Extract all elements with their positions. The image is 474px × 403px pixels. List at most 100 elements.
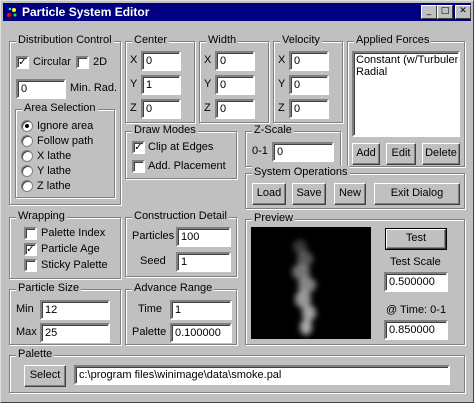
max-size-label: Max <box>16 326 37 338</box>
z-scale-group: Z-Scale 0-1 0 <box>245 124 341 167</box>
particle-app-icon <box>7 7 17 17</box>
test-scale-input[interactable]: 0.500000 <box>384 272 448 292</box>
particles-label: Particles <box>132 230 175 242</box>
center-y-label: Y <box>130 78 138 90</box>
preview-group: Preview Test Test Scale 0.500000 @ Time:… <box>245 212 465 345</box>
width-y-input[interactable]: 0 <box>215 75 255 95</box>
new-button[interactable]: New <box>334 183 366 205</box>
forces-list[interactable]: Constant (w/Turbulence Radial <box>352 51 460 137</box>
velocity-z-input[interactable]: 0 <box>289 99 329 119</box>
list-item[interactable]: Radial <box>356 66 456 78</box>
draw-modes-label: Draw Modes <box>132 124 198 136</box>
min-size-input[interactable]: 12 <box>40 300 110 320</box>
maximize-button[interactable]: □ <box>437 5 453 19</box>
distribution-control-group: Distribution Control ✓ Circular 2D 0 Min… <box>9 34 121 205</box>
advance-range-group: Advance Range Time 1 Palette 0.100000 <box>125 282 237 345</box>
center-z-input[interactable]: 0 <box>141 99 181 119</box>
area-selection-label: Area Selection <box>22 102 98 114</box>
width-z-input[interactable]: 0 <box>215 99 255 119</box>
max-size-input[interactable]: 25 <box>40 323 110 343</box>
width-x-label: X <box>204 54 212 66</box>
center-z-label: Z <box>130 102 137 114</box>
z-scale-label: Z-Scale <box>252 124 294 136</box>
exit-dialog-button[interactable]: Exit Dialog <box>374 183 460 205</box>
option-x-lathe: X lathe <box>37 150 72 162</box>
radio-z-lathe[interactable] <box>21 180 33 192</box>
radio-follow-path[interactable] <box>21 135 33 147</box>
particle-size-label: Particle Size <box>16 282 82 294</box>
palette-index-checkbox[interactable] <box>24 227 37 240</box>
center-label: Center <box>132 34 170 46</box>
edit-force-button[interactable]: Edit <box>386 143 416 165</box>
palette-label: Palette <box>16 348 55 360</box>
2d-checkbox[interactable] <box>76 56 89 69</box>
test-button[interactable]: Test <box>385 228 447 250</box>
radio-x-lathe[interactable] <box>21 150 33 162</box>
applied-forces-group: Applied Forces Constant (w/Turbulence Ra… <box>347 34 465 167</box>
center-x-input[interactable]: 0 <box>141 51 181 71</box>
velocity-y-label: Y <box>278 78 286 90</box>
add-force-button[interactable]: Add <box>352 143 380 165</box>
circular-checkbox[interactable]: ✓ <box>16 56 29 69</box>
clip-at-edges-checkbox[interactable]: ✓ <box>132 141 145 154</box>
radio-y-lathe[interactable] <box>21 165 33 177</box>
smoke-plume-preview <box>292 240 316 335</box>
width-label: Width <box>206 34 239 46</box>
load-button[interactable]: Load <box>252 183 286 205</box>
advance-time-label: Time <box>138 303 163 315</box>
sticky-palette-checkbox[interactable] <box>24 259 37 272</box>
z-scale-input[interactable]: 0 <box>272 142 334 162</box>
center-group: Center X 0 Y 1 Z 0 <box>125 34 195 123</box>
velocity-y-input[interactable]: 0 <box>289 75 329 95</box>
particle-size-group: Particle Size Min 12 Max 25 <box>9 282 121 345</box>
velocity-group: Velocity X 0 Y 0 Z 0 <box>273 34 343 123</box>
seed-label: Seed <box>140 255 166 267</box>
min-rad-label: Min. Rad. <box>70 82 118 94</box>
distribution-control-label: Distribution Control <box>16 34 114 46</box>
min-size-label: Min <box>16 303 34 315</box>
add-placement-checkbox[interactable] <box>132 160 145 173</box>
velocity-x-input[interactable]: 0 <box>289 51 329 71</box>
test-scale-label: Test Scale <box>390 256 441 268</box>
construction-detail-label: Construction Detail <box>132 210 229 222</box>
time-label: @ Time: 0-1 <box>386 304 447 316</box>
palette-index-label: Palette Index <box>41 227 106 239</box>
option-y-lathe: Y lathe <box>37 165 72 177</box>
advance-range-label: Advance Range <box>132 282 215 294</box>
select-palette-button[interactable]: Select <box>24 365 66 387</box>
particle-age-checkbox[interactable]: ✓ <box>24 243 37 256</box>
particle-preview <box>251 227 371 339</box>
seed-input[interactable]: 1 <box>176 252 231 272</box>
2d-label: 2D <box>93 56 108 68</box>
width-x-input[interactable]: 0 <box>215 51 255 71</box>
list-item[interactable]: Constant (w/Turbulence <box>356 54 458 66</box>
minimize-button[interactable]: _ <box>421 5 437 19</box>
z-scale-range-label: 0-1 <box>252 145 268 157</box>
width-y-label: Y <box>204 78 212 90</box>
area-selection-group: Area Selection Ignore area Follow path X… <box>15 102 115 198</box>
clip-at-edges-label: Clip at Edges <box>148 141 214 153</box>
preview-label: Preview <box>252 212 296 224</box>
applied-forces-label: Applied Forces <box>354 34 432 46</box>
radio-ignore-area[interactable] <box>21 120 33 132</box>
min-rad-input[interactable]: 0 <box>16 79 66 99</box>
circular-label: Circular <box>33 56 71 68</box>
center-y-input[interactable]: 1 <box>141 75 181 95</box>
title-bar[interactable]: Particle System Editor _ □ ✕ <box>3 3 471 21</box>
delete-force-button[interactable]: Delete <box>422 143 460 165</box>
add-placement-label: Add. Placement <box>148 160 226 172</box>
option-z-lathe: Z lathe <box>37 180 71 192</box>
save-button[interactable]: Save <box>292 183 326 205</box>
sticky-palette-label: Sticky Palette <box>41 259 108 271</box>
palette-path-input[interactable]: c:\program files\winimage\data\smoke.pal <box>74 365 450 385</box>
wrapping-label: Wrapping <box>16 210 67 222</box>
particles-input[interactable]: 100 <box>176 227 231 247</box>
width-z-label: Z <box>204 102 211 114</box>
wrapping-group: Wrapping Palette Index ✓ Particle Age St… <box>9 210 121 279</box>
advance-time-input[interactable]: 1 <box>170 300 232 320</box>
close-button[interactable]: ✕ <box>455 5 471 19</box>
advance-palette-input[interactable]: 0.100000 <box>170 323 232 343</box>
window-title: Particle System Editor <box>22 5 150 19</box>
time-input[interactable]: 0.850000 <box>384 320 448 340</box>
system-operations-label: System Operations <box>252 166 350 178</box>
